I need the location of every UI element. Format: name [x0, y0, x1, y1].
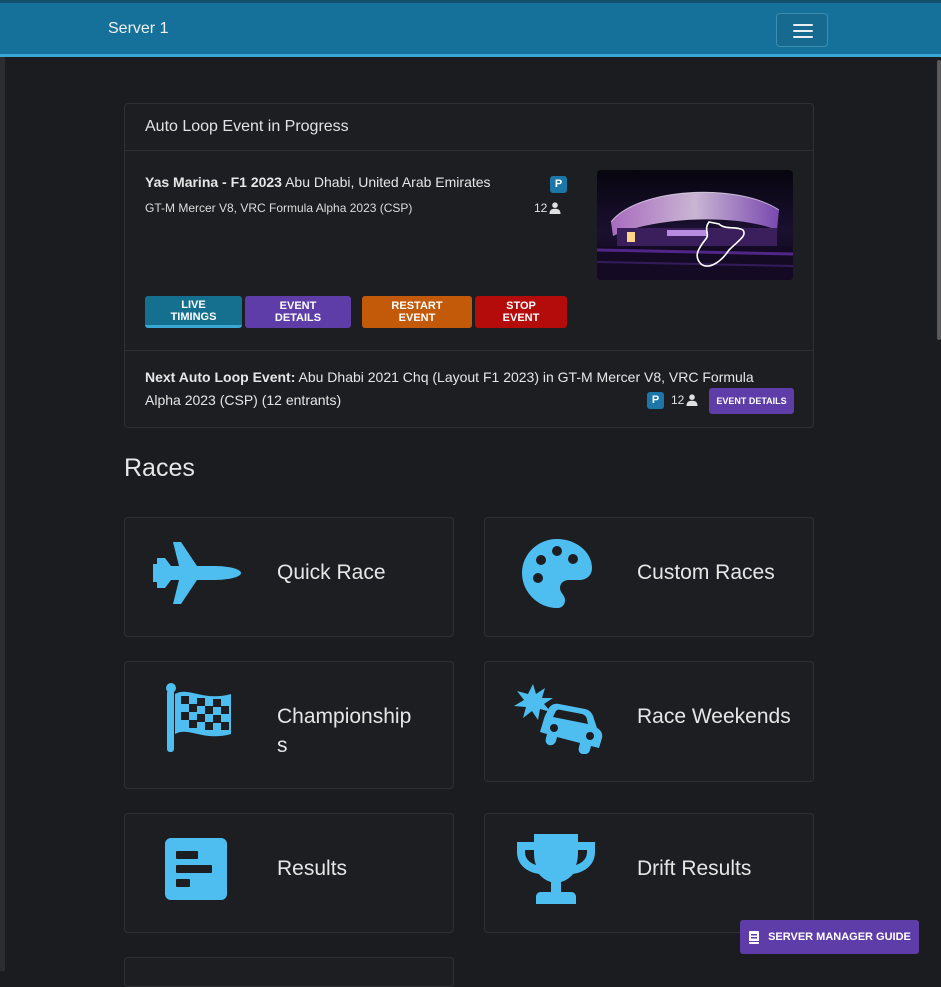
tile-label: Race Weekends	[637, 705, 791, 728]
scrollbar[interactable]	[937, 60, 941, 340]
window-frame	[0, 0, 5, 971]
tile-championships[interactable]: Championship s	[124, 661, 454, 789]
book-icon	[749, 930, 760, 944]
tile-label: Results	[277, 857, 348, 880]
navbar: Server 1	[0, 0, 941, 57]
hamburger-icon-line	[793, 30, 813, 32]
hamburger-icon	[793, 24, 813, 26]
entrant-count-value: 12	[534, 201, 548, 215]
event-details-button[interactable]: Event Details	[245, 296, 351, 328]
races-heading: Races	[124, 454, 195, 482]
palette-icon	[522, 539, 592, 608]
tile-results[interactable]: Results	[124, 813, 454, 933]
poll-icon	[165, 838, 227, 900]
track-image	[597, 170, 793, 280]
menu-toggle-button[interactable]	[776, 13, 828, 47]
tile-label: Custom Races	[637, 561, 775, 584]
restart-event-button[interactable]: Restart Event	[362, 296, 472, 328]
stop-event-button[interactable]: Stop Event	[475, 296, 567, 328]
next-event-label: Next Auto Loop Event:	[145, 369, 296, 385]
trophy-icon	[517, 834, 595, 904]
tile-label: Drift Results	[637, 857, 752, 880]
brand-link[interactable]: Server 1	[108, 20, 168, 38]
tile-label: Championship s	[277, 705, 412, 757]
track-name: Yas Marina - F1 2023	[145, 174, 282, 190]
cars-list: GT-M Mercer V8, VRC Formula Alpha 2023 (…	[145, 201, 413, 215]
tile-label: Quick Race	[277, 561, 386, 584]
entrant-count: 12	[534, 201, 561, 215]
next-pickup-badge: P	[647, 392, 664, 409]
car-crash-icon	[514, 684, 603, 754]
track-line: Yas Marina - F1 2023 Abu Dhabi, United A…	[145, 174, 491, 190]
pickup-badge: P	[550, 176, 567, 193]
user-icon	[686, 394, 698, 406]
tile-partial[interactable]	[124, 957, 454, 987]
user-icon	[549, 202, 561, 214]
fighter-jet-icon	[153, 542, 241, 604]
next-event-details-button[interactable]: Event Details	[709, 388, 794, 414]
next-entrant-count-value: 12	[671, 393, 685, 407]
hamburger-icon-line	[793, 36, 813, 38]
server-manager-guide-button[interactable]: Server Manager Guide	[740, 920, 919, 954]
guide-button-label: Server Manager Guide	[768, 931, 911, 943]
event-card-header: Auto Loop Event in Progress	[125, 104, 813, 151]
tile-race-weekends[interactable]: Race Weekends	[484, 661, 814, 782]
track-location: Abu Dhabi, United Arab Emirates	[285, 174, 491, 190]
tile-custom-races[interactable]: Custom Races	[484, 517, 814, 637]
event-card: Auto Loop Event in Progress Yas Marina -…	[124, 103, 814, 428]
next-entrant-count: 12	[671, 393, 698, 407]
tile-drift-results[interactable]: Drift Results	[484, 813, 814, 933]
card-divider	[125, 350, 813, 351]
tile-quick-race[interactable]: Quick Race	[124, 517, 454, 637]
checkered-flag-icon	[166, 683, 231, 752]
live-timings-button[interactable]: Live Timings	[145, 296, 242, 328]
